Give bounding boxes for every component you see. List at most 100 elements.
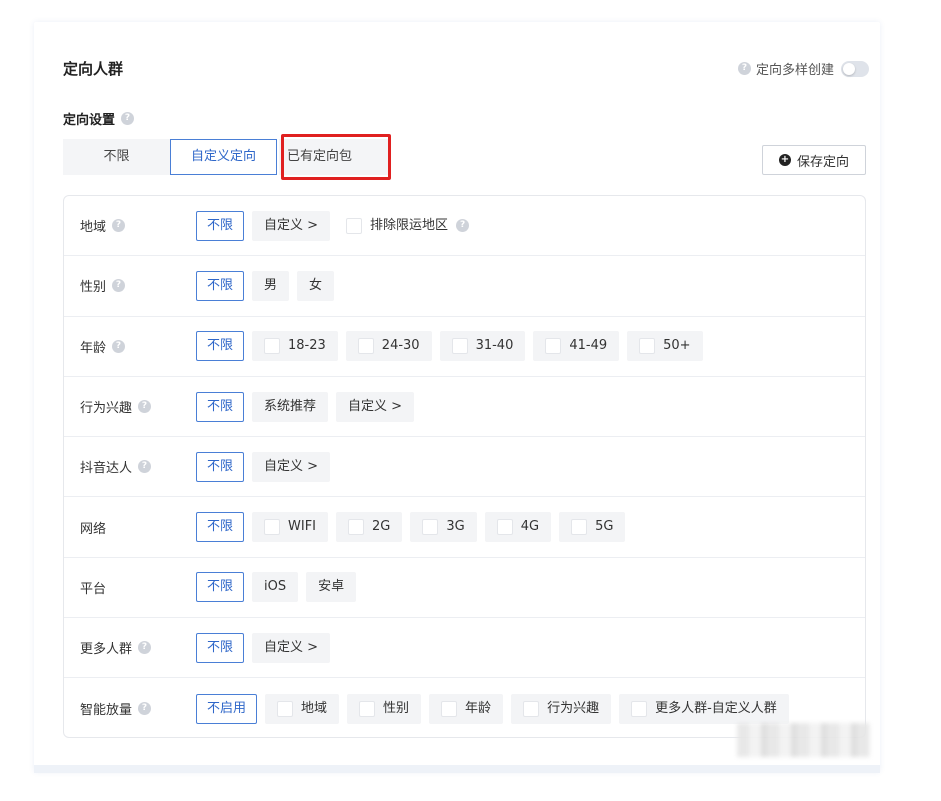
option-label: 3G <box>446 519 465 535</box>
row-label: 抖音达人 ? <box>80 457 152 476</box>
tab-unlimited[interactable]: 不限 <box>63 139 170 175</box>
row-options: 不限 18-23 24-30 31-40 41-49 50+ <box>196 331 703 362</box>
row-options: 不限 系统推荐 自定义 > <box>196 391 415 422</box>
option-more-audience-custom[interactable]: 更多人群-自定义人群 <box>619 693 789 724</box>
row-options: 不限 男 女 <box>196 270 335 301</box>
option-label: WIFI <box>288 519 317 535</box>
option-region[interactable]: 地域 <box>265 693 340 724</box>
row-douyin-creator: 抖音达人 ? 不限 自定义 > <box>64 437 865 498</box>
tab-custom-targeting[interactable]: 自定义定向 <box>170 139 277 175</box>
option-system-recommend[interactable]: 系统推荐 <box>252 391 329 422</box>
row-label-text: 智能放量 <box>80 703 133 719</box>
row-options: 不限 iOS 安卓 <box>196 572 357 603</box>
option-exclude-restricted[interactable]: 排除限运地区 ? <box>338 211 477 241</box>
checkbox[interactable] <box>359 700 376 717</box>
option-age-31-40[interactable]: 31-40 <box>439 331 526 362</box>
checkbox[interactable] <box>348 519 365 536</box>
checkbox[interactable] <box>545 338 562 355</box>
option-unlimited[interactable]: 不限 <box>196 572 245 603</box>
row-label: 年龄 ? <box>80 337 126 356</box>
option-custom[interactable]: 自定义 > <box>252 632 331 663</box>
row-label-text: 更多人群 <box>80 642 133 658</box>
row-label-text: 网络 <box>80 521 107 537</box>
watermark-blur <box>737 723 870 757</box>
row-age: 年龄 ? 不限 18-23 24-30 31-40 41-49 50+ <box>64 317 865 377</box>
row-label-text: 平台 <box>80 581 107 597</box>
option-unlimited[interactable]: 不限 <box>196 391 245 422</box>
option-unlimited[interactable]: 不限 <box>196 331 245 362</box>
settings-title: 定向设置 ? <box>63 109 135 128</box>
multi-create-label: 定向多样创建 <box>755 63 834 78</box>
multi-create-switch[interactable] <box>841 60 869 77</box>
panel-bottom-band <box>34 765 880 773</box>
option-3g[interactable]: 3G <box>410 512 477 543</box>
option-unlimited[interactable]: 不限 <box>196 512 245 543</box>
targeting-tabs: 不限 自定义定向 已有定向包 <box>63 139 389 175</box>
checkbox[interactable] <box>264 338 281 355</box>
option-label: 更多人群-自定义人群 <box>655 700 777 716</box>
option-label: 2G <box>372 519 391 535</box>
option-label: 地域 <box>301 700 328 716</box>
question-circle-icon: ? <box>138 460 152 474</box>
option-android[interactable]: 安卓 <box>306 572 357 603</box>
option-unlimited[interactable]: 不限 <box>196 270 245 301</box>
row-label-text: 行为兴趣 <box>80 401 133 417</box>
option-unlimited[interactable]: 不限 <box>196 632 245 663</box>
option-age-18-23[interactable]: 18-23 <box>252 331 338 362</box>
settings-title-label: 定向设置 <box>63 113 116 128</box>
question-circle-icon: ? <box>138 641 152 655</box>
option-age-50-plus[interactable]: 50+ <box>627 331 703 362</box>
option-male[interactable]: 男 <box>252 270 290 301</box>
plus-circle-icon: + <box>778 154 791 166</box>
row-network: 网络 不限 WIFI 2G 3G 4G 5G <box>64 497 865 558</box>
option-interest[interactable]: 行为兴趣 <box>511 693 612 724</box>
option-5g[interactable]: 5G <box>559 512 626 543</box>
row-label: 平台 <box>80 578 106 597</box>
option-female[interactable]: 女 <box>297 270 335 301</box>
checkbox[interactable] <box>496 519 513 536</box>
checkbox[interactable] <box>264 519 281 536</box>
option-label: 31-40 <box>475 338 514 354</box>
row-label: 行为兴趣 ? <box>80 397 152 417</box>
checkbox[interactable] <box>631 700 648 717</box>
option-4g[interactable]: 4G <box>484 512 552 543</box>
row-label-text: 年龄 <box>80 340 107 356</box>
option-disabled[interactable]: 不启用 <box>196 693 258 724</box>
question-circle-icon: ? <box>138 702 152 716</box>
checkbox[interactable] <box>422 519 439 536</box>
question-circle-icon: ? <box>456 219 470 233</box>
row-region: 地域 ? 不限 自定义 > 排除限运地区 ? <box>64 196 865 257</box>
question-circle-icon: ? <box>121 112 135 125</box>
row-more-audience: 更多人群 ? 不限 自定义 > <box>64 618 865 679</box>
checkbox[interactable] <box>346 217 363 234</box>
option-ios[interactable]: iOS <box>252 572 299 603</box>
option-custom[interactable]: 自定义 > <box>252 210 331 241</box>
save-targeting-button[interactable]: + 保存定向 <box>762 145 866 175</box>
checkbox[interactable] <box>451 338 468 355</box>
option-age-41-49[interactable]: 41-49 <box>533 331 620 362</box>
option-custom[interactable]: 自定义 > <box>252 451 331 482</box>
tab-existing-package[interactable]: 已有定向包 <box>279 139 389 175</box>
row-options: 不限 自定义 > <box>196 632 331 663</box>
option-label: 年龄 <box>465 700 492 716</box>
option-unlimited[interactable]: 不限 <box>196 210 245 241</box>
option-unlimited[interactable]: 不限 <box>196 451 245 482</box>
checkbox[interactable] <box>277 700 294 717</box>
option-label: 41-49 <box>569 338 608 354</box>
question-circle-icon: ? <box>112 219 126 233</box>
checkbox[interactable] <box>523 700 540 717</box>
multi-create-toggle-group[interactable]: ? 定向多样创建 <box>737 59 869 78</box>
checkbox[interactable] <box>441 700 458 717</box>
option-gender[interactable]: 性别 <box>347 693 422 724</box>
option-wifi[interactable]: WIFI <box>252 512 329 543</box>
question-circle-icon: ? <box>112 279 126 293</box>
option-age[interactable]: 年龄 <box>429 693 504 724</box>
row-label: 更多人群 ? <box>80 638 152 658</box>
option-custom[interactable]: 自定义 > <box>336 391 415 422</box>
checkbox[interactable] <box>571 519 588 536</box>
option-2g[interactable]: 2G <box>336 512 403 543</box>
option-label: 18-23 <box>288 338 326 354</box>
checkbox[interactable] <box>639 338 656 355</box>
option-age-24-30[interactable]: 24-30 <box>345 331 432 362</box>
checkbox[interactable] <box>357 338 374 355</box>
